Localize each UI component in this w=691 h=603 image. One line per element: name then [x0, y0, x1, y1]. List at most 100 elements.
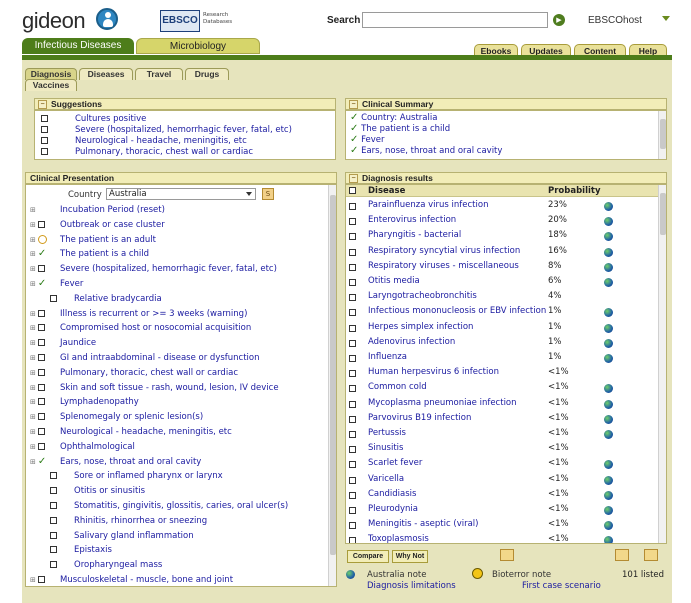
- result-row[interactable]: Meningitis - aseptic (viral) <1%: [346, 518, 658, 533]
- expand-icon[interactable]: ⊞: [30, 236, 36, 244]
- tab-infectious-diseases[interactable]: Infectious Diseases: [22, 38, 134, 54]
- summary-item[interactable]: ✓ The patient is a child: [350, 123, 450, 134]
- subtab-vaccines[interactable]: Vaccines: [25, 79, 77, 91]
- presentation-checkbox[interactable]: [37, 265, 45, 273]
- australia-note-link[interactable]: Australia note: [367, 570, 426, 580]
- result-row[interactable]: Otitis media 6%: [346, 275, 658, 290]
- expand-icon[interactable]: ⊞: [30, 221, 36, 229]
- suggestion-item[interactable]: Neurological - headache, meningitis, etc: [41, 136, 247, 147]
- export-icon[interactable]: [644, 549, 658, 561]
- checkmark-icon[interactable]: ✓: [38, 456, 46, 467]
- suggestion-item[interactable]: Cultures positive: [41, 114, 146, 125]
- result-row[interactable]: Common cold <1%: [346, 381, 658, 396]
- result-row[interactable]: Influenza 1%: [346, 351, 658, 366]
- presentation-item[interactable]: ⊞ Skin and soft tissue - rash, wound, les…: [30, 381, 279, 395]
- col-probability[interactable]: Probability: [548, 185, 601, 197]
- expand-icon[interactable]: ⊞: [30, 428, 36, 436]
- expand-icon[interactable]: ⊞: [30, 206, 36, 214]
- globe-icon[interactable]: [604, 384, 613, 394]
- result-row[interactable]: Respiratory syncytial virus infection 16%: [346, 245, 658, 260]
- result-checkbox[interactable]: [349, 491, 356, 499]
- presentation-checkbox[interactable]: [37, 339, 45, 347]
- globe-icon[interactable]: [604, 338, 613, 348]
- presentation-item[interactable]: Sore or inflamed pharynx or larynx: [30, 469, 223, 483]
- search-go-button[interactable]: ▶: [553, 14, 565, 26]
- result-row[interactable]: Adenovirus infection 1%: [346, 336, 658, 351]
- subtab-diseases[interactable]: Diseases: [79, 68, 133, 80]
- presentation-item[interactable]: ⊞ The patient is an adult: [30, 233, 156, 247]
- presentation-checkbox[interactable]: [37, 368, 45, 376]
- presentation-item[interactable]: ⊞ Musculoskeletal - muscle, bone and join…: [30, 573, 233, 586]
- expand-icon[interactable]: ⊞: [30, 265, 36, 273]
- result-checkbox[interactable]: [349, 476, 356, 484]
- excluded-icon[interactable]: [37, 234, 47, 244]
- presentation-item[interactable]: Salivary gland inflammation: [30, 529, 194, 543]
- result-row[interactable]: Scarlet fever <1%: [346, 457, 658, 472]
- result-row[interactable]: Human herpesvirus 6 infection <1%: [346, 366, 658, 381]
- globe-icon[interactable]: [604, 490, 613, 500]
- presentation-item[interactable]: Rhinitis, rhinorrhea or sneezing: [30, 514, 207, 528]
- presentation-checkbox[interactable]: [37, 576, 45, 583]
- expand-icon[interactable]: ⊞: [30, 398, 36, 406]
- result-checkbox[interactable]: [349, 263, 356, 271]
- globe-icon[interactable]: [604, 475, 613, 485]
- summary-scrollbar[interactable]: [658, 111, 666, 159]
- result-checkbox[interactable]: [349, 309, 356, 317]
- result-checkbox[interactable]: [349, 446, 356, 454]
- suggestion-checkbox[interactable]: [41, 137, 48, 144]
- subtab-travel[interactable]: Travel: [135, 68, 183, 80]
- expand-icon[interactable]: ⊞: [30, 250, 36, 258]
- search-input[interactable]: [362, 12, 548, 28]
- expand-icon[interactable]: ⊞: [30, 443, 36, 451]
- result-row[interactable]: Respiratory viruses - miscellaneous 8%: [346, 260, 658, 275]
- result-row[interactable]: Pertussis <1%: [346, 427, 658, 442]
- globe-icon[interactable]: [604, 202, 613, 211]
- presentation-item[interactable]: ⊞ Incubation Period (reset): [30, 203, 165, 217]
- print-icon[interactable]: [615, 549, 629, 561]
- ebscohost-link[interactable]: EBSCOhost: [588, 15, 642, 26]
- chevron-down-icon[interactable]: [662, 16, 670, 21]
- expand-icon[interactable]: ⊞: [30, 324, 36, 332]
- presentation-item[interactable]: ⊞ Lymphadenopathy: [30, 395, 139, 409]
- suggestion-item[interactable]: Severe (hospitalized, hemorrhagic fever,…: [41, 125, 292, 136]
- globe-icon[interactable]: [604, 217, 613, 227]
- tab-microbiology[interactable]: Microbiology: [136, 38, 260, 54]
- expand-icon[interactable]: ⊞: [30, 310, 36, 318]
- results-scrollbar[interactable]: [658, 185, 666, 543]
- suggestion-item[interactable]: Pulmonary, thoracic, chest wall or cardi…: [41, 147, 253, 158]
- result-row[interactable]: Parainfluenza virus infection 23%: [346, 199, 658, 214]
- result-checkbox[interactable]: [349, 400, 356, 408]
- presentation-item[interactable]: ⊞ ✓ Fever: [30, 277, 83, 291]
- result-checkbox[interactable]: [349, 431, 356, 438]
- result-row[interactable]: Herpes simplex infection 1%: [346, 321, 658, 336]
- presentation-checkbox[interactable]: [37, 413, 45, 421]
- globe-icon[interactable]: [604, 262, 613, 272]
- result-checkbox[interactable]: [349, 203, 356, 210]
- globe-icon[interactable]: [604, 278, 613, 287]
- result-row[interactable]: Pharyngitis - bacterial 18%: [346, 229, 658, 244]
- result-checkbox[interactable]: [349, 370, 356, 378]
- presentation-item[interactable]: ⊞ GI and intraabdominal - disease or dysf…: [30, 351, 260, 365]
- result-checkbox[interactable]: [349, 522, 356, 530]
- expand-icon[interactable]: ⊞: [30, 576, 36, 584]
- result-checkbox[interactable]: [349, 461, 356, 469]
- result-checkbox[interactable]: [349, 294, 356, 302]
- presentation-item[interactable]: ⊞ Outbreak or case cluster: [30, 218, 165, 232]
- result-row[interactable]: Mycoplasma pneumoniae infection <1%: [346, 397, 658, 412]
- collapse-icon[interactable]: −: [38, 100, 47, 109]
- presentation-item[interactable]: ⊞ Splenomegaly or splenic lesion(s): [30, 410, 203, 424]
- presentation-item[interactable]: ⊞ Neurological - headache, meningitis, et…: [30, 425, 232, 439]
- presentation-checkbox[interactable]: [37, 383, 45, 391]
- result-checkbox[interactable]: [349, 355, 356, 362]
- presentation-checkbox[interactable]: [50, 546, 57, 554]
- compare-button[interactable]: Compare: [347, 550, 389, 563]
- presentation-checkbox[interactable]: [37, 428, 45, 435]
- presentation-item[interactable]: ⊞ Compromised host or nosocomial acquisit…: [30, 321, 251, 335]
- result-row[interactable]: Varicella <1%: [346, 473, 658, 488]
- first-case-link[interactable]: First case scenario: [522, 581, 601, 591]
- result-checkbox[interactable]: [349, 415, 356, 423]
- suggestion-checkbox[interactable]: [41, 148, 48, 155]
- presentation-checkbox[interactable]: [37, 442, 45, 450]
- presentation-item[interactable]: Relative bradycardia: [30, 292, 162, 306]
- globe-icon[interactable]: [604, 323, 613, 333]
